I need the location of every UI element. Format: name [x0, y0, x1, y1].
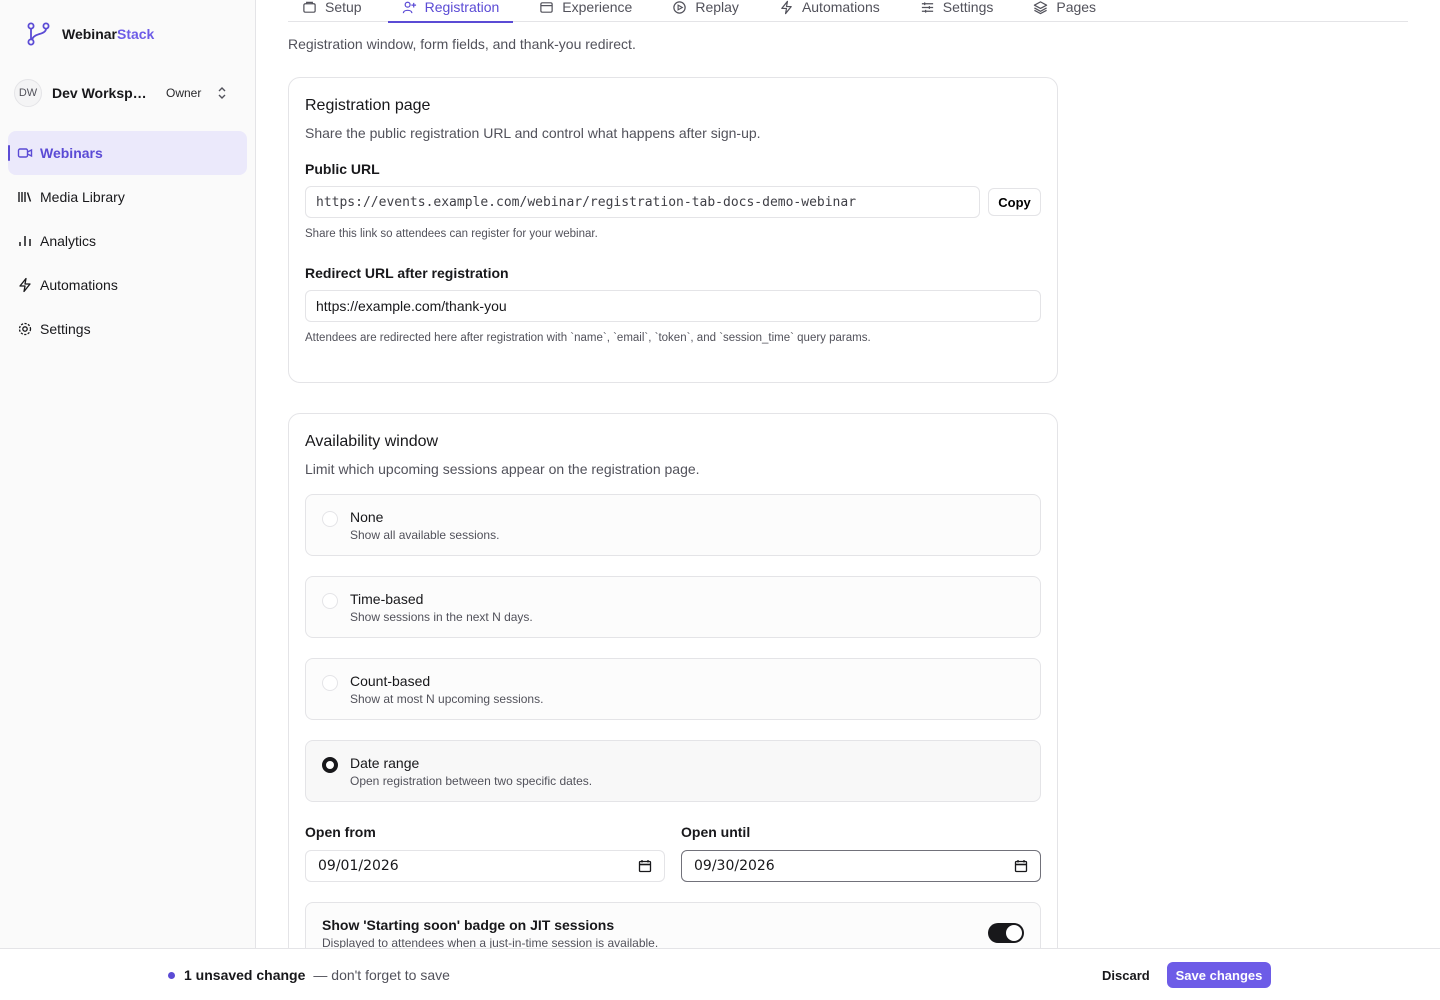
starting-soon-badge-setting: Show 'Starting soon' badge on JIT sessio… — [305, 902, 1041, 948]
tab-label: Registration — [424, 0, 500, 15]
user-plus-icon — [402, 1, 416, 13]
video-icon — [17, 145, 33, 161]
card-subtitle: Share the public registration URL and co… — [305, 125, 761, 141]
availability-option-none[interactable]: None Show all available sessions. — [305, 494, 1041, 556]
discard-button[interactable]: Discard — [1092, 962, 1160, 988]
option-title: Time-based — [350, 591, 424, 607]
tab-label: Experience — [562, 0, 633, 15]
branch-logo-icon — [27, 22, 50, 46]
availability-option-count-based[interactable]: Count-based Show at most N upcoming sess… — [305, 658, 1041, 720]
public-url-field[interactable]: https://events.example.com/webinar/regis… — [305, 186, 980, 218]
tab-pages[interactable]: Pages — [1019, 0, 1110, 22]
sidebar-item-label: Webinars — [40, 145, 103, 161]
card-title: Registration page — [305, 97, 431, 114]
radio-button[interactable] — [322, 675, 338, 691]
tab-label: Pages — [1056, 0, 1097, 15]
copy-url-button[interactable]: Copy — [988, 188, 1041, 216]
tab-bar: Setup Registration Experience Replay Aut… — [288, 0, 1408, 23]
sidebar-item-label: Settings — [40, 321, 91, 337]
tab-label: Settings — [942, 0, 994, 15]
sidebar-item-label: Media Library — [40, 189, 125, 205]
layers-icon — [1034, 0, 1048, 14]
card-title: Availability window — [305, 433, 439, 450]
calendar-icon[interactable] — [1014, 859, 1028, 873]
card-subtitle: Limit which upcoming sessions appear on … — [305, 461, 700, 477]
radio-button-selected[interactable] — [322, 757, 338, 773]
workspace-name: Dev Workspace — [52, 85, 152, 101]
redirect-url-field[interactable]: https://example.com/thank-you — [305, 290, 1041, 322]
open-until-label: Open until — [681, 824, 751, 840]
workspace-role: Owner — [166, 86, 202, 100]
gear-icon — [17, 321, 33, 337]
option-description: Open registration between two specific d… — [350, 774, 593, 788]
setting-title: Show 'Starting soon' badge on JIT sessio… — [322, 917, 615, 933]
sidebar-nav: Webinars Media Library Analytics Automat… — [8, 131, 247, 351]
workspace-switcher[interactable]: DW Dev Workspace Owner — [14, 78, 244, 108]
sliders-icon — [921, 1, 933, 13]
sidebar-item-settings[interactable]: Settings — [8, 307, 247, 351]
lightning-icon — [17, 277, 33, 293]
main-content: Setup Registration Experience Replay Aut… — [256, 0, 1440, 948]
window-icon — [540, 1, 554, 13]
open-until-date-input[interactable]: 09/30/2026 — [681, 850, 1041, 882]
workspace-avatar: DW — [14, 79, 42, 107]
redirect-url-label: Redirect URL after registration — [305, 265, 509, 281]
unsaved-dot-icon — [168, 971, 175, 979]
availability-window-card: Availability window Limit which upcoming… — [288, 413, 1058, 948]
unsaved-changes-bar: 1 unsaved change — don't forget to save … — [0, 948, 1440, 1000]
availability-option-date-range[interactable]: Date range Open registration between two… — [305, 740, 1041, 802]
brand-logo[interactable]: WebinarStack — [24, 20, 154, 48]
option-title: Count-based — [350, 673, 431, 689]
unsaved-indicator: 1 unsaved change — don't forget to save — [168, 967, 450, 983]
radio-button[interactable] — [322, 511, 338, 527]
tab-replay[interactable]: Replay — [658, 0, 753, 22]
brand-name: WebinarStack — [62, 26, 155, 42]
tab-registration[interactable]: Registration — [387, 0, 514, 23]
option-description: Show at most N upcoming sessions. — [350, 692, 544, 706]
tab-setup[interactable]: Setup — [288, 0, 376, 22]
option-title: Date range — [350, 755, 420, 771]
option-description: Show all available sessions. — [350, 528, 500, 542]
unsaved-note: — don't forget to save — [313, 967, 450, 983]
tab-settings[interactable]: Settings — [906, 0, 1008, 22]
toggle-knob — [1006, 925, 1022, 941]
public-url-label: Public URL — [305, 161, 380, 177]
sidebar-item-label: Automations — [40, 277, 118, 293]
library-icon — [17, 189, 33, 205]
redirect-url-help: Attendees are redirected here after regi… — [305, 332, 871, 344]
unsaved-count: 1 unsaved change — [184, 967, 306, 983]
sidebar-item-webinars[interactable]: Webinars — [8, 131, 247, 175]
tab-label: Automations — [801, 0, 880, 15]
starting-soon-badge-toggle[interactable] — [988, 923, 1024, 943]
save-changes-button[interactable]: Save changes — [1167, 962, 1271, 988]
option-description: Show sessions in the next N days. — [350, 610, 533, 624]
sidebar-item-analytics[interactable]: Analytics — [8, 219, 247, 263]
date-value: 09/01/2026 — [318, 858, 399, 874]
sidebar-item-media-library[interactable]: Media Library — [8, 175, 247, 219]
availability-option-time-based[interactable]: Time-based Show sessions in the next N d… — [305, 576, 1041, 638]
tab-experience[interactable]: Experience — [525, 0, 646, 22]
tab-label: Setup — [325, 0, 362, 15]
bar-chart-icon — [17, 233, 33, 249]
open-from-label: Open from — [305, 824, 376, 840]
rectangle-icon — [303, 1, 316, 13]
radio-button[interactable] — [322, 593, 338, 609]
chevron-up-down-icon[interactable] — [215, 84, 229, 102]
sidebar: WebinarStack DW Dev Workspace Owner Webi… — [0, 0, 256, 948]
public-url-help: Share this link so attendees can registe… — [305, 228, 598, 240]
play-circle-icon — [673, 0, 687, 14]
date-value: 09/30/2026 — [694, 858, 775, 874]
page-description: Registration window, form fields, and th… — [288, 36, 636, 52]
option-title: None — [350, 509, 384, 525]
sidebar-item-label: Analytics — [40, 233, 97, 249]
lightning-icon — [781, 0, 792, 14]
sidebar-item-automations[interactable]: Automations — [8, 263, 247, 307]
tab-automations[interactable]: Automations — [765, 0, 894, 22]
setting-description: Displayed to attendees when a just-in-ti… — [322, 936, 659, 948]
registration-page-card: Registration page Share the public regis… — [288, 77, 1058, 383]
tab-label: Replay — [695, 0, 739, 15]
open-from-date-input[interactable]: 09/01/2026 — [305, 850, 665, 882]
calendar-icon[interactable] — [638, 859, 652, 873]
